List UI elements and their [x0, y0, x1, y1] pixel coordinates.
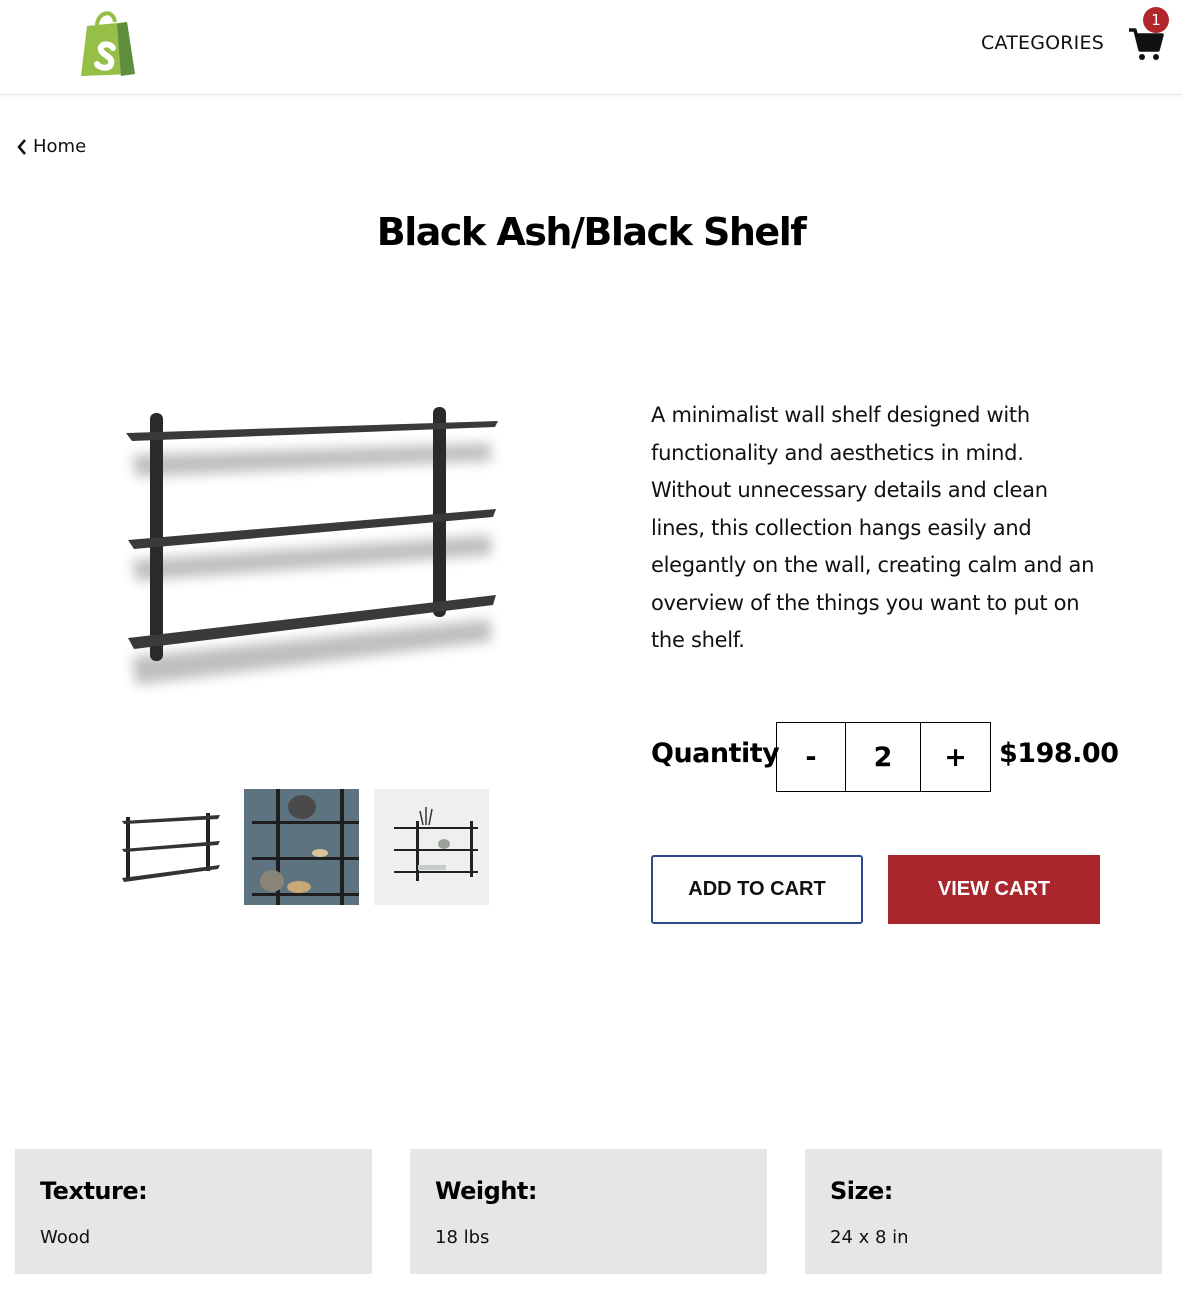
product-thumbnail[interactable]	[244, 789, 359, 905]
view-cart-button[interactable]: VIEW CART	[888, 855, 1100, 924]
spec-value: 24 x 8 in	[830, 1227, 909, 1248]
product-thumbnail[interactable]	[114, 789, 229, 905]
quantity-label: Quantity	[651, 738, 780, 769]
shopify-bag-icon[interactable]	[77, 8, 141, 78]
product-description: A minimalist wall shelf designed with fu…	[651, 403, 1095, 652]
spec-label: Texture:	[40, 1177, 148, 1205]
add-to-cart-button[interactable]: ADD TO CART	[651, 855, 863, 924]
quantity-increase-button[interactable]: +	[921, 723, 990, 791]
spec-card-size: Size: 24 x 8 in	[805, 1149, 1162, 1274]
shelf-lifestyle-thumbnail-image	[244, 789, 359, 905]
spec-value: 18 lbs	[435, 1227, 490, 1248]
product-main-image	[126, 407, 498, 685]
spec-label: Size:	[830, 1177, 893, 1205]
site-header: CATEGORIES 1	[0, 0, 1182, 95]
breadcrumb-home-link[interactable]: Home	[16, 136, 86, 157]
product-page: CATEGORIES 1 Home Black Ash/Black Shelf	[0, 0, 1182, 1307]
spec-value: Wood	[40, 1227, 91, 1248]
breadcrumb-label: Home	[33, 136, 87, 157]
spec-label: Weight:	[435, 1177, 537, 1205]
product-thumbnail[interactable]	[374, 789, 489, 905]
spec-card-weight: Weight: 18 lbs	[410, 1149, 767, 1274]
quantity-stepper: - 2 +	[776, 722, 991, 792]
cart-count-badge: 1	[1143, 7, 1169, 33]
product-price: $198.00	[999, 738, 1119, 769]
quantity-decrease-button[interactable]: -	[777, 723, 846, 791]
chevron-left-icon	[17, 138, 26, 155]
nav-categories-link[interactable]: CATEGORIES	[981, 32, 1104, 54]
spec-card-texture: Texture: Wood	[15, 1149, 372, 1274]
product-title: Black Ash/Black Shelf	[376, 210, 807, 254]
shelf-decor-thumbnail-image	[374, 789, 489, 905]
shelf-thumbnail-image	[122, 813, 220, 882]
quantity-value: 2	[846, 723, 921, 791]
